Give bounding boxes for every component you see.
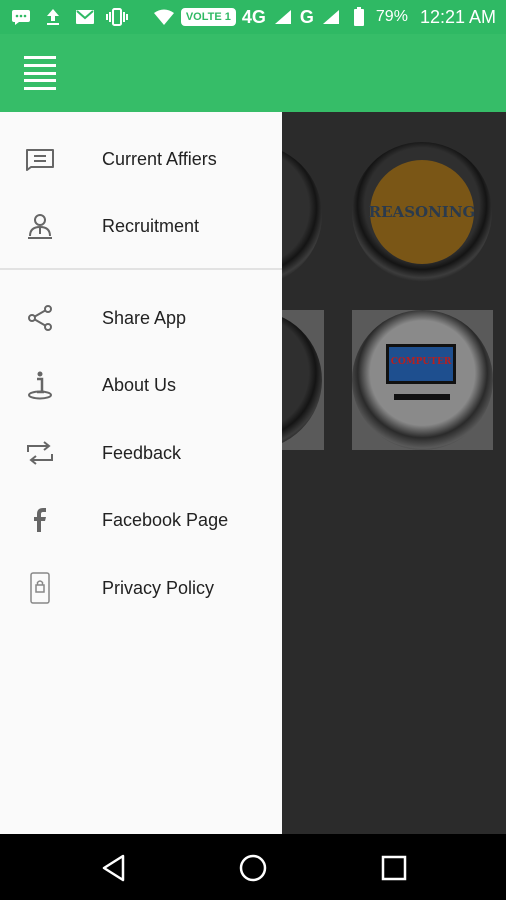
system-navigation-bar <box>0 834 506 900</box>
menu-item-recruitment[interactable]: Recruitment <box>0 193 282 259</box>
computer-tile-circle: COMPUTER <box>352 310 493 450</box>
reasoning-tile: REASONING <box>352 142 492 282</box>
status-notification-icons <box>10 8 128 26</box>
repeat-icon <box>24 437 56 469</box>
menu-item-facebook-page[interactable]: Facebook Page <box>0 487 282 553</box>
hamburger-menu-icon[interactable] <box>24 56 56 90</box>
network-type-1: 4G <box>241 6 266 27</box>
menu-label: Current Affiers <box>102 148 217 169</box>
menu-label: Privacy Policy <box>102 577 215 598</box>
upload-icon <box>42 8 64 26</box>
signal-icon <box>320 8 342 26</box>
monitor-graphic: COMPUTER <box>386 344 456 384</box>
volte-badge: VOLTE 1 <box>180 8 236 26</box>
monitor-base <box>394 394 450 400</box>
battery-icon <box>348 7 370 26</box>
menu-label: Facebook Page <box>102 509 229 530</box>
wifi-icon <box>153 8 175 26</box>
person-icon <box>24 210 56 242</box>
menu-label: About Us <box>102 374 177 395</box>
home-icon[interactable] <box>237 852 269 884</box>
reasoning-tile-inner: REASONING <box>368 160 476 264</box>
reasoning-label: REASONING <box>368 203 476 221</box>
share-icon <box>24 302 56 334</box>
navigation-drawer: Current Affiers Recruitment Share App Ab… <box>0 112 282 834</box>
network-type-2: G <box>299 6 314 27</box>
drawer-divider <box>0 268 282 270</box>
menu-item-about-us[interactable]: About Us <box>0 352 282 418</box>
menu-item-privacy-policy[interactable]: Privacy Policy <box>0 555 282 621</box>
menu-item-feedback[interactable]: Feedback <box>0 420 282 486</box>
menu-label: Share App <box>102 307 187 328</box>
back-icon[interactable] <box>98 852 130 884</box>
gmail-icon <box>74 8 96 26</box>
newspaper-icon <box>24 143 56 175</box>
menu-item-current-affiers[interactable]: Current Affiers <box>0 126 282 192</box>
message-icon <box>10 8 32 26</box>
lock-phone-icon <box>24 572 56 604</box>
menu-label: Feedback <box>102 442 182 463</box>
info-person-icon <box>24 369 56 401</box>
status-system-icons: VOLTE 1 4G G 79% 12:21 AM <box>153 7 496 28</box>
clock: 12:21 AM <box>419 6 496 27</box>
signal-icon <box>272 8 294 26</box>
app-bar <box>0 34 506 112</box>
battery-percent: 79% <box>375 8 408 25</box>
status-bar: VOLTE 1 4G G 79% 12:21 AM <box>0 0 506 34</box>
facebook-icon <box>24 504 56 536</box>
computer-tile: COMPUTER <box>352 310 493 450</box>
computer-label: COMPUTER <box>390 357 452 367</box>
menu-label: Recruitment <box>102 215 200 236</box>
vibrate-icon <box>106 8 128 26</box>
recents-icon[interactable] <box>378 852 410 884</box>
menu-item-share-app[interactable]: Share App <box>0 285 282 351</box>
